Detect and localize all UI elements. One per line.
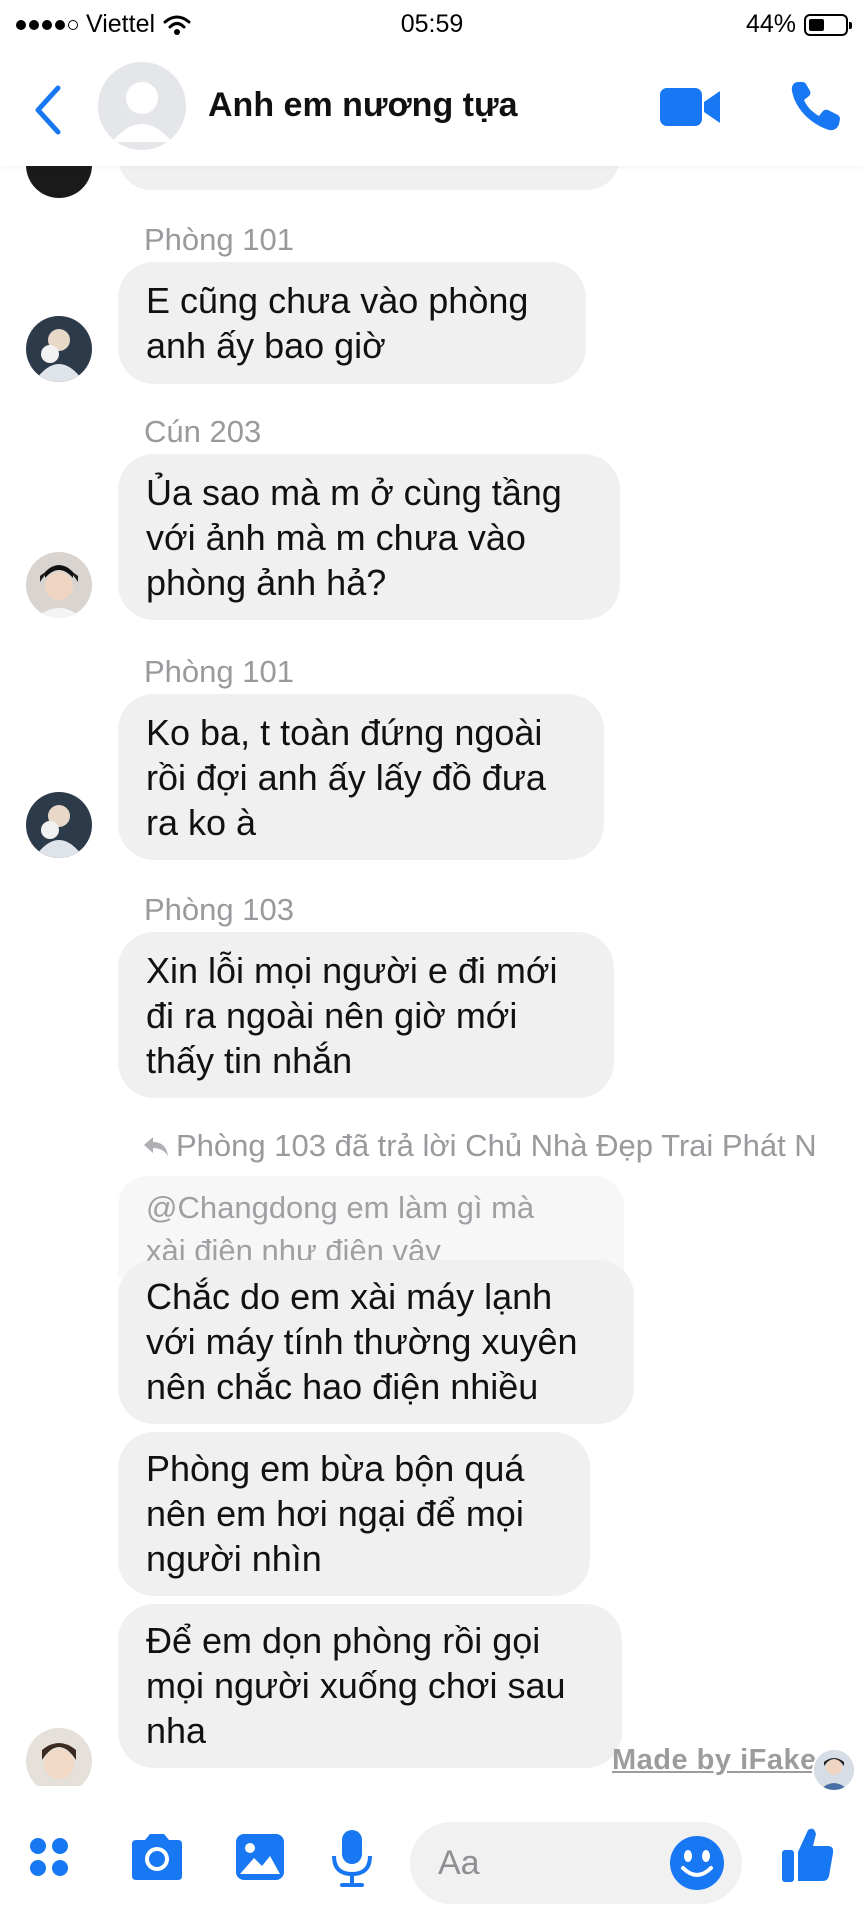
- message-line: Ko ba, t toàn đứng ngoài: [146, 712, 543, 753]
- avatar[interactable]: [26, 1728, 92, 1786]
- message-line: với ảnh mà m chưa vào: [146, 517, 526, 558]
- sender-name: Phòng 103: [144, 892, 294, 927]
- reply-arrow-icon: [144, 1137, 168, 1156]
- message-bubble[interactable]: Phòng em bừa bộn quá nên em hơi ngại để …: [118, 1432, 590, 1596]
- message-line: Để em dọn phòng rồi gọi: [146, 1620, 541, 1661]
- message-bubble[interactable]: Chắc do em xài máy lạnh với máy tính thư…: [118, 1260, 634, 1424]
- message-line: Phòng em bừa bộn quá: [146, 1448, 525, 1489]
- photo-icon[interactable]: [234, 1832, 286, 1882]
- message-line: rồi đợi anh ấy lấy đồ đưa: [146, 757, 546, 798]
- status-bar: Viettel 05:59 44%: [0, 0, 864, 48]
- microphone-icon[interactable]: [330, 1828, 374, 1888]
- message-line: Xin lỗi mọi người e đi mới: [146, 950, 558, 991]
- message-bubble[interactable]: Để em dọn phòng rồi gọi mọi người xuống …: [118, 1604, 622, 1768]
- watermark: Made by iFake: [612, 1744, 817, 1776]
- battery-group: 44%: [745, 10, 852, 39]
- message-line: Chắc do em xài máy lạnh: [146, 1276, 553, 1317]
- message-line: anh ấy bao giờ: [146, 325, 386, 366]
- message-input[interactable]: [436, 1840, 640, 1886]
- menu-dots-icon[interactable]: [28, 1836, 70, 1878]
- message-line: nên chắc hao điện nhiều: [146, 1366, 539, 1407]
- message-line: thấy tin nhắn: [146, 1040, 353, 1081]
- message-bubble[interactable]: Ko ba, t toàn đứng ngoài rồi đợi anh ấy …: [118, 694, 604, 860]
- message-line: nên em hơi ngại để mọi: [146, 1493, 524, 1534]
- message-line: ra ko à: [146, 802, 257, 843]
- conversation-header: Anh em nương tựa: [0, 48, 864, 166]
- message-line: mọi người xuống chơi sau: [146, 1665, 566, 1706]
- seen-avatar: [812, 1748, 856, 1792]
- message-input-box[interactable]: [410, 1822, 742, 1904]
- composer-bar: [0, 1786, 864, 1920]
- avatar[interactable]: [26, 316, 92, 382]
- emoji-icon[interactable]: [668, 1834, 726, 1892]
- message-bubble[interactable]: Xin lỗi mọi người e đi mới đi ra ngoài n…: [118, 932, 614, 1098]
- message-line: Ủa sao mà m ở cùng tầng: [146, 472, 562, 513]
- video-call-icon[interactable]: [658, 82, 722, 132]
- sender-name: Phòng 101: [144, 654, 294, 689]
- avatar-partial[interactable]: [26, 166, 92, 198]
- like-icon[interactable]: [780, 1824, 836, 1884]
- conversation-title[interactable]: Anh em nương tựa: [208, 86, 518, 125]
- avatar[interactable]: [26, 552, 92, 618]
- avatar[interactable]: [26, 792, 92, 858]
- battery-icon: [804, 13, 852, 36]
- back-chevron-icon[interactable]: [28, 82, 68, 138]
- message-list[interactable]: Phòng 101 E cũng chưa vào phòng anh ấy b…: [0, 166, 864, 1786]
- message-bubble-partial[interactable]: [118, 166, 620, 190]
- message-line: đi ra ngoài nên giờ mới: [146, 995, 518, 1036]
- status-time: 05:59: [400, 10, 464, 38]
- message-line: nha: [146, 1710, 207, 1751]
- phone-icon[interactable]: [788, 78, 844, 134]
- message-line: người nhìn: [146, 1538, 322, 1579]
- message-line: phòng ảnh hả?: [146, 562, 387, 603]
- group-avatar[interactable]: [98, 62, 186, 150]
- battery-percent: 44%: [745, 10, 796, 38]
- sender-name: Cún 203: [144, 414, 262, 449]
- message-bubble[interactable]: E cũng chưa vào phòng anh ấy bao giờ: [118, 262, 586, 384]
- message-bubble[interactable]: Ủa sao mà m ở cùng tầng với ảnh mà m chư…: [118, 454, 620, 620]
- message-line: với máy tính thường xuyên: [146, 1321, 578, 1362]
- camera-icon[interactable]: [128, 1832, 186, 1882]
- reply-indicator[interactable]: Phòng 103 đã trả lời Chủ Nhà Đẹp Trai Ph…: [142, 1128, 817, 1164]
- reply-note-text: Phòng 103 đã trả lời Chủ Nhà Đẹp Trai Ph…: [176, 1128, 817, 1163]
- message-line: E cũng chưa vào phòng: [146, 280, 529, 321]
- sender-name: Phòng 101: [144, 222, 294, 257]
- quoted-line: @Changdong em làm gì mà: [146, 1190, 535, 1225]
